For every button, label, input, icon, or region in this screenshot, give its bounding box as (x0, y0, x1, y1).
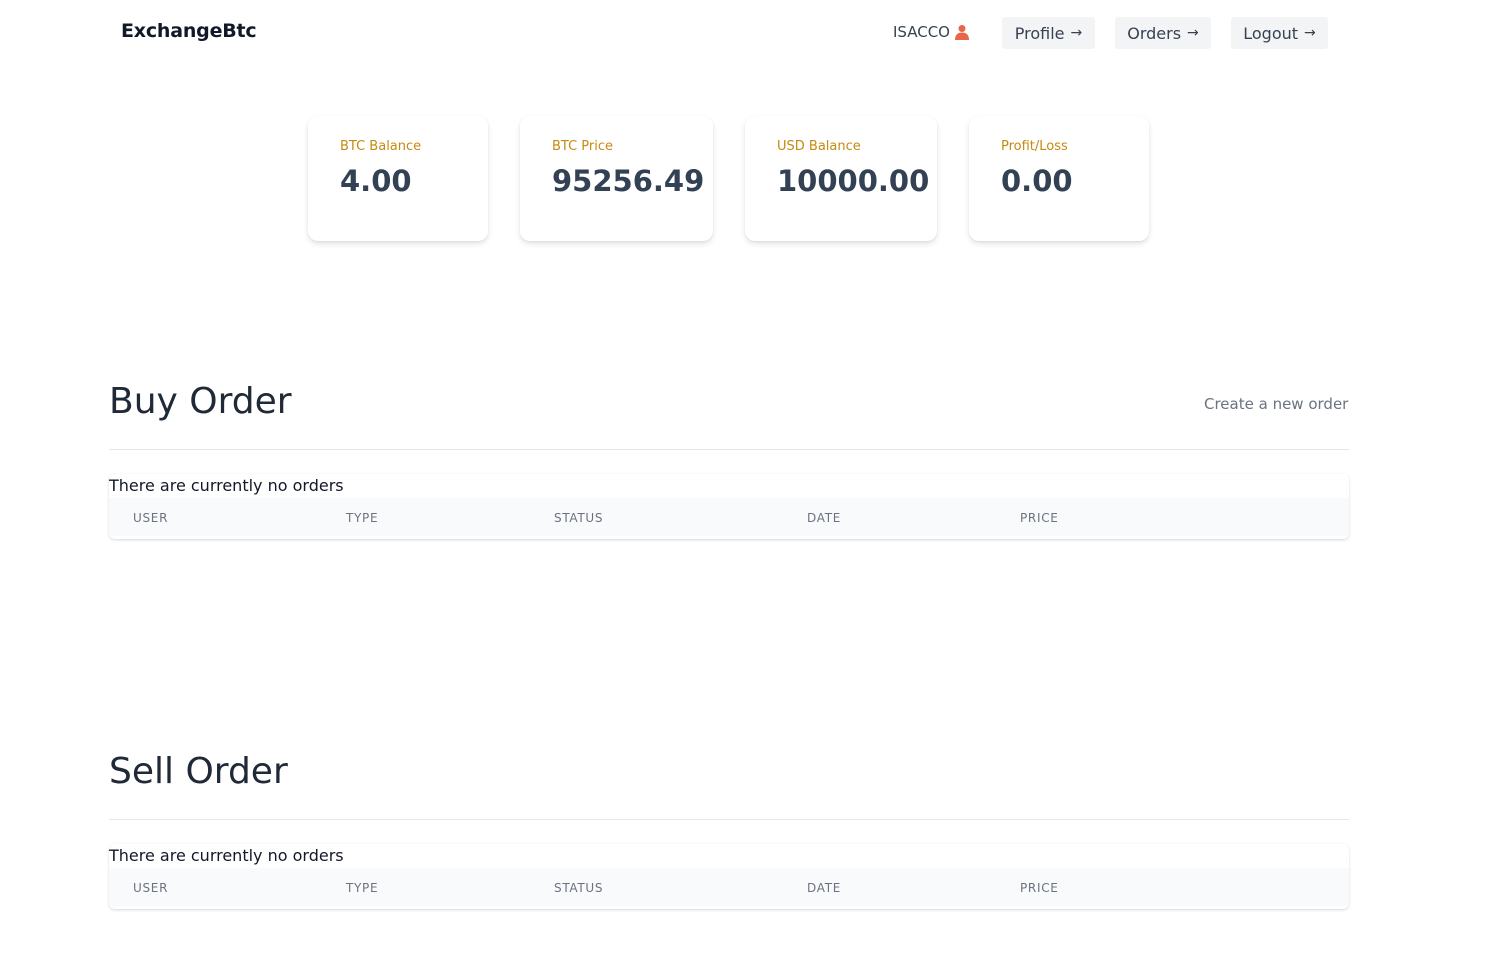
stat-label: BTC Balance (340, 139, 422, 154)
stat-label: Profit/Loss (1001, 139, 1068, 154)
user-display: ISACCO (893, 23, 970, 41)
logout-button[interactable]: Logout → (1231, 17, 1328, 49)
column-header-date: DATE (807, 881, 842, 895)
user-icon (954, 25, 969, 40)
table-header: USER TYPE STATUS DATE PRICE (109, 498, 1349, 536)
brand-logo[interactable]: ExchangeBtc (121, 20, 257, 42)
column-header-status: STATUS (554, 881, 604, 895)
column-header-user: USER (133, 881, 169, 895)
logout-button-label: Logout (1243, 23, 1299, 43)
empty-message: There are currently no orders (109, 846, 344, 865)
table-header: USER TYPE STATUS DATE PRICE (109, 868, 1349, 906)
arrow-right-icon: → (1070, 25, 1083, 41)
stat-value: 0.00 (1001, 164, 1073, 198)
stat-label: USD Balance (777, 139, 861, 154)
sell-orders-table: There are currently no orders USER TYPE … (109, 844, 1349, 909)
empty-message: There are currently no orders (109, 476, 344, 495)
profile-button-label: Profile (1014, 23, 1065, 43)
arrow-right-icon: → (1304, 25, 1316, 41)
stat-label: BTC Price (552, 139, 614, 154)
buy-order-title: Buy Order (109, 381, 292, 422)
create-order-link[interactable]: Create a new order (1204, 395, 1348, 413)
stat-card-btc-price: BTC Price 95256.49 (520, 116, 713, 241)
column-header-status: STATUS (554, 511, 604, 525)
column-header-date: DATE (807, 511, 842, 525)
buy-orders-table: There are currently no orders USER TYPE … (109, 474, 1349, 539)
navbar: ExchangeBtc ISACCO Profile → Orders → Lo… (0, 0, 1496, 66)
column-header-price: PRICE (1020, 881, 1059, 895)
divider (109, 819, 1349, 820)
orders-button-label: Orders (1127, 23, 1182, 43)
column-header-price: PRICE (1020, 511, 1059, 525)
sell-order-title: Sell Order (109, 751, 288, 792)
arrow-right-icon: → (1187, 25, 1199, 41)
stat-value: 10000.00 (777, 164, 930, 198)
column-header-type: TYPE (346, 511, 379, 525)
stat-value: 95256.49 (552, 164, 705, 198)
column-header-user: USER (133, 511, 169, 525)
divider (109, 449, 1349, 450)
stat-card-profit-loss: Profit/Loss 0.00 (969, 116, 1149, 241)
orders-button[interactable]: Orders → (1115, 17, 1211, 49)
profile-button[interactable]: Profile → (1002, 17, 1095, 49)
stat-value: 4.00 (340, 164, 412, 198)
stat-card-btc-balance: BTC Balance 4.00 (308, 116, 488, 241)
username: ISACCO (893, 23, 950, 41)
column-header-type: TYPE (346, 881, 379, 895)
stat-card-usd-balance: USD Balance 10000.00 (745, 116, 937, 241)
